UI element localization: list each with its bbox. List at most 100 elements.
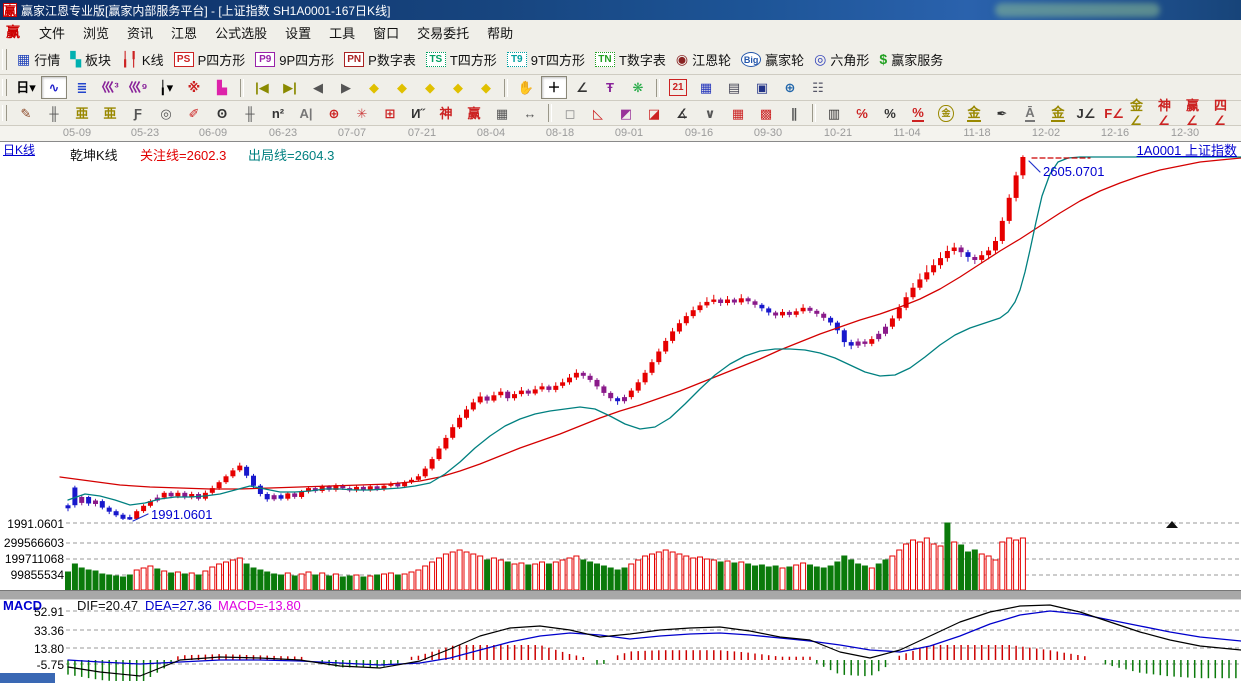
histogram-button[interactable]: ▙: [209, 76, 235, 99]
grid-box-tool[interactable]: ▦: [725, 102, 751, 125]
a-channel-tool[interactable]: Ā: [1017, 102, 1043, 125]
symbol-label[interactable]: 1A0001 上证指数: [1137, 140, 1237, 159]
gann-grid-gold-2[interactable]: 亜: [97, 102, 123, 125]
candle-style-selector[interactable]: ╽▾: [153, 76, 179, 99]
gold-line2-tool[interactable]: 金: [1045, 102, 1071, 125]
wave-3-button[interactable]: 巛³: [97, 76, 123, 99]
shen-angle-tool[interactable]: 神∠: [1157, 102, 1183, 125]
zoom-compress-button[interactable]: ◆: [445, 76, 471, 99]
box-fan-tool[interactable]: ◩: [613, 102, 639, 125]
grid-box2-tool[interactable]: ▩: [753, 102, 779, 125]
spiral-tool[interactable]: ◎: [153, 102, 179, 125]
calendar-button[interactable]: 21: [665, 76, 691, 99]
p9-square-button[interactable]: P99P四方形: [255, 50, 334, 69]
nav-last-button[interactable]: ▶|: [277, 76, 303, 99]
zoom-right-button[interactable]: ◆: [389, 76, 415, 99]
hexagon-button[interactable]: ◎六角形: [814, 50, 869, 69]
f-angle-tool[interactable]: F∠: [1101, 102, 1127, 125]
star-web-tool[interactable]: ✳: [349, 102, 375, 125]
sectors-button[interactable]: ▚板块: [70, 50, 111, 69]
pattern-tool-button[interactable]: ❋: [625, 76, 651, 99]
wave-9-button[interactable]: 巛⁹: [125, 76, 151, 99]
period-day-selector[interactable]: 日▾: [13, 76, 39, 99]
gold-line-tool[interactable]: 金: [961, 102, 987, 125]
percent-line-tool[interactable]: ℅: [849, 102, 875, 125]
draw-pen-tool[interactable]: ✎: [13, 102, 39, 125]
menu-item-settings[interactable]: 设置: [276, 20, 320, 45]
p-number-table-button[interactable]: PNP数字表: [344, 50, 416, 69]
clock-tool[interactable]: ʘ: [209, 102, 235, 125]
f-grid-tool[interactable]: Ƒ: [125, 102, 151, 125]
p-square-button[interactable]: PSP四方形: [174, 50, 246, 69]
t-number-table-button[interactable]: TNT数字表: [595, 50, 666, 69]
hash-ruler-tool[interactable]: ╫: [237, 102, 263, 125]
parallel-tool[interactable]: ∥: [781, 102, 807, 125]
quotes-button[interactable]: ▦行情: [17, 50, 60, 69]
period-label[interactable]: 日K线: [3, 141, 35, 158]
zoom-expand-button[interactable]: ◆: [473, 76, 499, 99]
info-panel-button[interactable]: ≣: [69, 76, 95, 99]
j-angle-tool[interactable]: J∠: [1073, 102, 1099, 125]
zoom-left-button[interactable]: ◆: [361, 76, 387, 99]
circle-cross-tool[interactable]: ⊕: [321, 102, 347, 125]
box-fan2-tool[interactable]: ◪: [641, 102, 667, 125]
wave-tool[interactable]: ∨: [697, 102, 723, 125]
ruler-tool[interactable]: ╫: [41, 102, 67, 125]
stats-tool[interactable]: ▥: [821, 102, 847, 125]
toolbar-grip[interactable]: [2, 105, 7, 122]
percent-tool[interactable]: %: [877, 102, 903, 125]
gann-wheel-button[interactable]: ◉江恩轮: [676, 50, 731, 69]
gold-angle-tool[interactable]: 金∠: [1129, 102, 1155, 125]
ruler-123-tool[interactable]: ▦: [489, 102, 515, 125]
menu-item-gann[interactable]: 江恩: [162, 20, 206, 45]
shen-tool[interactable]: 神: [433, 102, 459, 125]
box-frame-tool[interactable]: ◻: [557, 102, 583, 125]
red-pen-tool[interactable]: ✐: [181, 102, 207, 125]
crosshair-tool-button[interactable]: ＋: [541, 76, 567, 99]
t9-square-button[interactable]: T99T四方形: [507, 50, 585, 69]
brush-tool[interactable]: ✒: [989, 102, 1015, 125]
percent-under-tool[interactable]: %: [905, 102, 931, 125]
gann-grid-gold-1[interactable]: 亜: [69, 102, 95, 125]
nav-next-button[interactable]: ▶: [333, 76, 359, 99]
nav-prev-button[interactable]: ◀: [305, 76, 331, 99]
menu-item-file[interactable]: 文件: [30, 20, 74, 45]
notes-button[interactable]: ▤: [721, 76, 747, 99]
win-angle-tool[interactable]: 赢∠: [1185, 102, 1211, 125]
winner-service-button[interactable]: $赢家服务: [879, 50, 943, 69]
menu-item-window[interactable]: 窗口: [364, 20, 408, 45]
n-mark-tool[interactable]: И˝: [405, 102, 431, 125]
measure-tool[interactable]: ↔: [517, 102, 543, 125]
gold-circle-tool[interactable]: 金: [933, 102, 959, 125]
zigzag-chart-button[interactable]: ∿: [41, 76, 67, 99]
macd-indicator-label[interactable]: MACD: [3, 598, 42, 613]
gann-t-tool-button[interactable]: Ŧ: [597, 76, 623, 99]
menu-item-news[interactable]: 资讯: [118, 20, 162, 45]
toolbar-grip[interactable]: [2, 79, 7, 97]
four-angle-tool[interactable]: 四∠: [1213, 102, 1239, 125]
zoom-hsplit-button[interactable]: ◆: [417, 76, 443, 99]
nav-first-button[interactable]: |◀: [249, 76, 275, 99]
winner-wheel-button[interactable]: Big赢家轮: [741, 50, 804, 69]
menu-item-formula-stock-pick[interactable]: 公式选股: [206, 20, 276, 45]
pattern-red-button[interactable]: ※: [181, 76, 207, 99]
menu-item-browse[interactable]: 浏览: [74, 20, 118, 45]
web-button[interactable]: ⊕: [777, 76, 803, 99]
menu-item-trade-order[interactable]: 交易委托: [408, 20, 478, 45]
a-line-tool[interactable]: A|: [293, 102, 319, 125]
print-button[interactable]: ☷: [805, 76, 831, 99]
box-web-tool[interactable]: ⊞: [377, 102, 403, 125]
t-square-button[interactable]: TST四方形: [426, 50, 497, 69]
hand-tool-button[interactable]: ✋: [513, 76, 539, 99]
save-button[interactable]: ▣: [749, 76, 775, 99]
toolbar-grip[interactable]: [2, 49, 7, 70]
n-square-tool[interactable]: n²: [265, 102, 291, 125]
fan-lines-tool[interactable]: ◺: [585, 102, 611, 125]
calculator-button[interactable]: ▦: [693, 76, 719, 99]
angle-tool-button[interactable]: ∠: [569, 76, 595, 99]
menu-item-help[interactable]: 帮助: [478, 20, 522, 45]
kline-button[interactable]: ╽╿K线: [121, 50, 164, 69]
angle-rays-tool[interactable]: ∡: [669, 102, 695, 125]
win-tool[interactable]: 赢: [461, 102, 487, 125]
menu-item-tools[interactable]: 工具: [320, 20, 364, 45]
